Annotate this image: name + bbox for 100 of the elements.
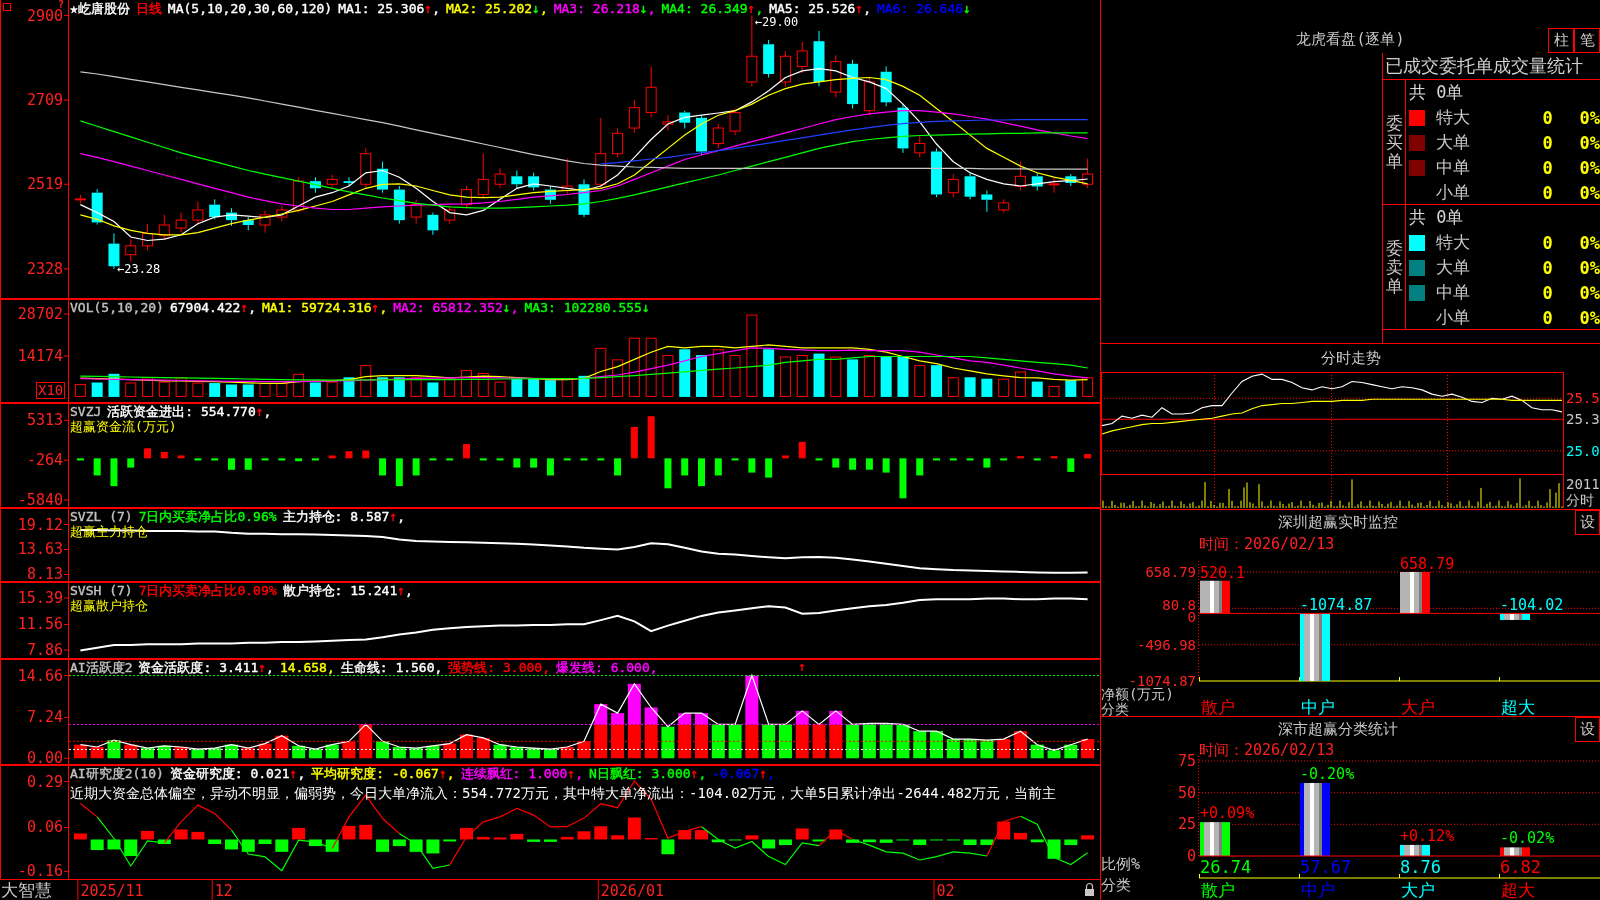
- order-size-label: 中单: [1436, 281, 1470, 304]
- fund-flow-bar: [345, 451, 353, 459]
- legend-comma: ,: [379, 300, 388, 315]
- bar-value-label: 8.76: [1400, 857, 1441, 877]
- date-label: 2026/01: [600, 882, 664, 900]
- fund-flow-bar: [93, 458, 101, 476]
- trend-arrow: ↑: [258, 660, 267, 675]
- axis-title: 比例%: [1101, 855, 1141, 873]
- trend-arrow: ↓: [532, 1, 540, 16]
- candlestick: [847, 59, 859, 110]
- fund-flow-bar: [916, 458, 924, 476]
- fund-flow-bar: [496, 458, 504, 461]
- axis-label: 15.39: [17, 589, 63, 607]
- legend-comma: ,: [767, 766, 775, 781]
- view-toggle-button[interactable]: 柱: [1548, 28, 1574, 53]
- order-share: 0%: [1579, 107, 1600, 128]
- trend-arrow: ↓: [502, 300, 511, 315]
- axis-label: -5840: [17, 491, 63, 508]
- fund-flow-bar: [798, 441, 806, 459]
- section-label: 委买单: [1385, 114, 1403, 171]
- legend-comma: ,: [405, 583, 413, 598]
- order-size-label: 中单: [1436, 156, 1470, 179]
- legend-text: 日线: [135, 1, 162, 16]
- fund-flow-bar: [194, 458, 202, 461]
- candlestick: [1031, 172, 1043, 191]
- legend-text: 主力持仓: 8.587: [282, 509, 390, 524]
- section-label: 委卖单: [1385, 239, 1403, 296]
- indicator-name: SVSH (7): [70, 583, 133, 598]
- candlestick: [410, 198, 422, 225]
- candlestick: [696, 114, 707, 156]
- candlestick: [511, 170, 523, 189]
- fund-flow-bar: [479, 458, 487, 461]
- fund-flow-bar: [328, 455, 336, 459]
- fund-flow-bar: [630, 426, 638, 459]
- candlestick: [494, 167, 506, 189]
- price-scale-label: 25.5: [1566, 390, 1600, 407]
- legend-comma: ,: [263, 404, 272, 419]
- order-share: 0%: [1579, 232, 1600, 253]
- indicator-name: AI活跃度2: [70, 660, 133, 675]
- net-amount-bar: [1400, 572, 1430, 614]
- axis-label: 2519: [26, 175, 63, 194]
- legend-text: N日飘红: 3.000: [589, 766, 691, 781]
- fund-flow-bar: [832, 458, 840, 468]
- fund-flow-bar: [647, 416, 655, 459]
- axis-label: 658.79: [1145, 564, 1196, 580]
- price-annotation: ←29.00: [754, 15, 799, 29]
- trend-arrow: ↓: [641, 300, 650, 315]
- date-label: 12: [214, 882, 233, 900]
- legend-comma: ,: [397, 509, 406, 524]
- category-label: 散户: [1201, 880, 1235, 900]
- legend-text: MA4: 26.349: [661, 1, 748, 16]
- price-annotation: ←23.28: [116, 261, 161, 276]
- fund-flow-bar: [228, 458, 235, 470]
- candlestick: [377, 161, 389, 194]
- lock-icon[interactable]: [1085, 882, 1094, 896]
- candlestick: [628, 99, 640, 134]
- legend-text: -0.067: [712, 766, 760, 781]
- order-count: 0: [1542, 182, 1553, 203]
- settings-button[interactable]: 设: [1575, 510, 1600, 535]
- legend-text: MA2: 25.202: [445, 1, 533, 16]
- section-title: 分时走势: [1320, 348, 1381, 368]
- fund-flow-bar: [1033, 458, 1041, 461]
- axis-label: 11.56: [17, 615, 63, 634]
- order-count: 0: [1542, 107, 1553, 128]
- legend-comma: ,: [248, 300, 257, 315]
- help-mark[interactable]: ?: [58, 0, 65, 10]
- legend-text: 连续飘红: 1.000: [460, 766, 568, 781]
- chart-date: 时间：2026/02/13: [1199, 742, 1335, 759]
- fund-flow-bar: [765, 458, 773, 478]
- axis-label: -264: [26, 451, 63, 470]
- fund-flow-bar: [160, 451, 168, 459]
- view-toggle-button[interactable]: 笔: [1574, 28, 1600, 53]
- candlestick: [578, 178, 590, 218]
- candlestick: [259, 209, 271, 234]
- legend-text: 散户持仓: 15.241: [282, 583, 398, 598]
- candlestick: [863, 77, 875, 116]
- signal-marker: ↑: [798, 659, 807, 675]
- candlestick: [998, 198, 1010, 214]
- fund-flow-bar: [110, 458, 118, 487]
- fund-flow-bar: [1016, 456, 1024, 459]
- candlestick: [981, 189, 993, 213]
- fund-flow-bar: [748, 458, 756, 473]
- fund-flow-bar: [127, 458, 135, 468]
- legend-text: 生命线: 1.560,: [340, 660, 443, 675]
- candlestick: [242, 216, 254, 231]
- panel-title: 深圳超赢实时监控: [1278, 513, 1398, 532]
- fund-flow-bar: [698, 458, 705, 487]
- fund-flow-bar: [664, 458, 672, 489]
- trend-arrow: ↑: [240, 300, 249, 315]
- axis-label: -0.16: [17, 862, 63, 880]
- fund-flow-bar: [261, 458, 269, 461]
- candlestick: [830, 54, 842, 98]
- candlestick: [729, 108, 741, 136]
- fund-flow-bar: [379, 458, 387, 476]
- trend-arrow: ↓: [963, 1, 971, 16]
- candlestick: [74, 194, 86, 205]
- square-icon[interactable]: [3, 3, 11, 11]
- settings-button[interactable]: 设: [1575, 717, 1600, 742]
- fund-flow-bar: [278, 458, 286, 461]
- legend-text: 资金研究度: 0.021: [169, 766, 290, 781]
